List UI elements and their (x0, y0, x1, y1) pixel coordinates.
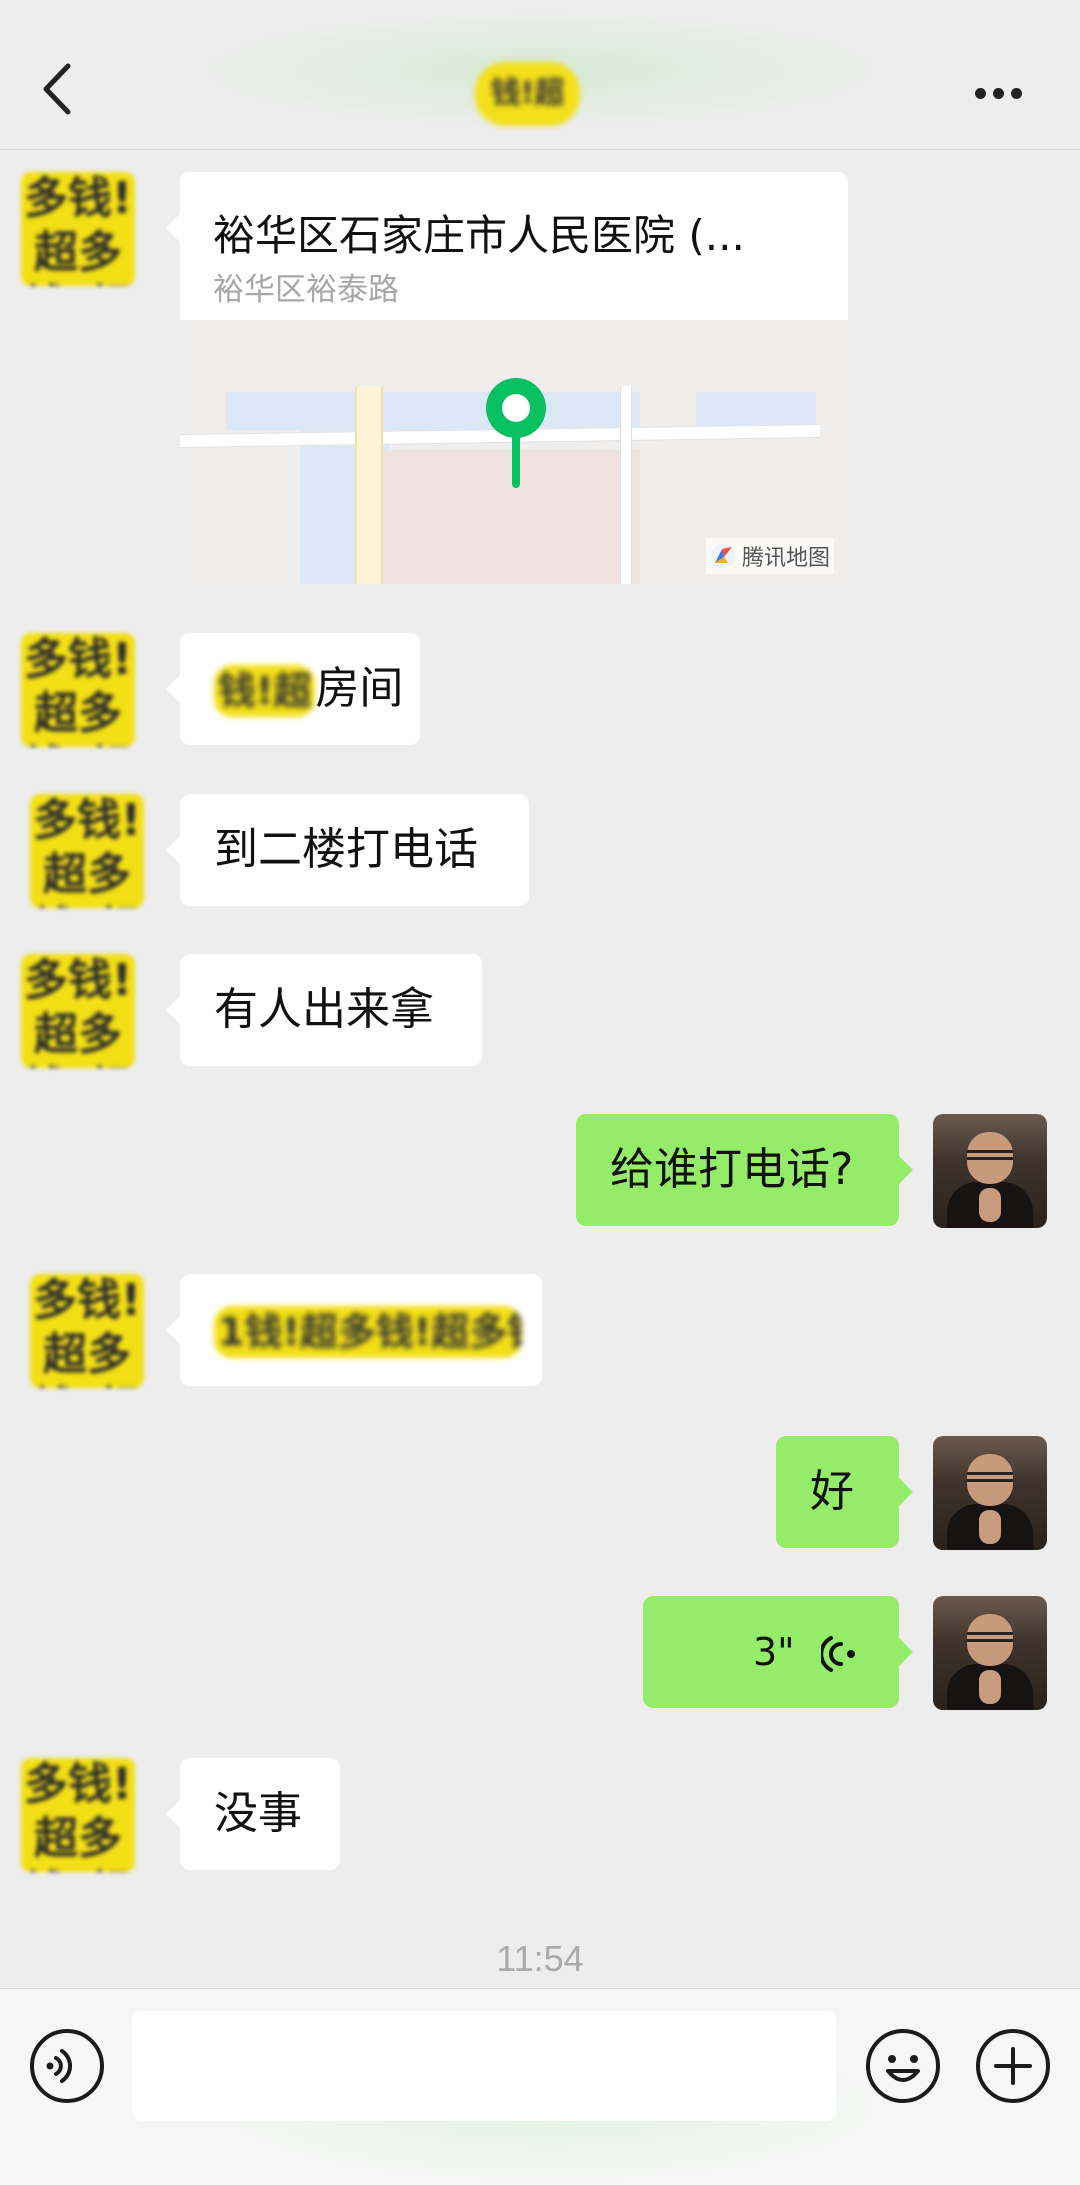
voice-input-icon[interactable] (28, 2027, 106, 2105)
message-timestamp: 11:54 (496, 1938, 584, 1979)
back-arrow-icon[interactable] (38, 62, 78, 116)
contact-avatar[interactable]: 多钱!超多钱!超多钱!超 (21, 633, 135, 747)
message-bubble[interactable]: 没事 (166, 1758, 340, 1870)
my-avatar[interactable] (933, 1436, 1047, 1550)
contact-avatar[interactable]: 多钱!超多钱!超多钱!超 (21, 1758, 135, 1872)
voice-duration: 3" (753, 1630, 795, 1674)
contact-avatar[interactable]: 多钱!超多钱!超多钱!超 (21, 954, 135, 1068)
location-subtitle: 裕华区裕泰路 (213, 272, 399, 308)
location-map[interactable]: 腾讯地图 (180, 320, 848, 584)
message-bubble[interactable]: 给谁打电话? (576, 1114, 913, 1226)
voice-message[interactable]: 3" (643, 1596, 913, 1708)
message-bubble[interactable]: 1钱!超多钱!超多钱 (166, 1274, 542, 1386)
map-brand: 腾讯地图 (705, 538, 834, 574)
redacted-text: 1钱!超多钱!超多钱 (214, 1306, 522, 1358)
message-text: 给谁打电话? (610, 1144, 854, 1195)
location-title: 裕华区石家庄市人民医院 (... (213, 211, 745, 260)
message-bubble[interactable]: 有人出来拿 (166, 954, 482, 1066)
chat-header: 钱!超 (0, 0, 1080, 150)
tencent-map-logo-icon (710, 544, 735, 568)
message-text: 有人出来拿 (214, 984, 434, 1035)
redacted-text: 钱!超 (214, 665, 316, 717)
bubble-arrow (166, 214, 180, 242)
message-bubble[interactable]: 好 (776, 1436, 913, 1548)
contact-avatar[interactable]: 多钱!超多钱!超多钱!超 (30, 794, 144, 908)
emoji-icon[interactable] (864, 2027, 942, 2105)
message-text: 没事 (214, 1788, 302, 1839)
contact-avatar[interactable]: 多钱!超多钱!超多钱!超 (21, 172, 135, 286)
map-brand-label: 腾讯地图 (741, 546, 830, 571)
voice-wave-icon (821, 1636, 855, 1672)
more-options-icon[interactable] (975, 84, 1031, 99)
location-card[interactable]: 裕华区石家庄市人民医院 (... 裕华区裕泰路 腾讯地图 (180, 172, 848, 584)
contact-avatar[interactable]: 多钱!超多钱!超多钱!超 (30, 1274, 144, 1388)
message-bubble[interactable]: 钱!超房间 (166, 633, 420, 745)
my-avatar[interactable] (933, 1114, 1047, 1228)
message-text: 到二楼打电话 (214, 824, 478, 875)
location-pin-icon (486, 378, 546, 488)
message-input[interactable] (132, 2011, 836, 2121)
plus-icon[interactable] (974, 2027, 1052, 2105)
message-text: 房间 (315, 663, 404, 714)
input-bar (0, 1988, 1080, 2185)
my-avatar[interactable] (933, 1596, 1047, 1710)
message-text: 好 (810, 1466, 854, 1517)
chat-title: 钱!超 (475, 62, 580, 126)
message-bubble[interactable]: 到二楼打电话 (166, 794, 529, 906)
